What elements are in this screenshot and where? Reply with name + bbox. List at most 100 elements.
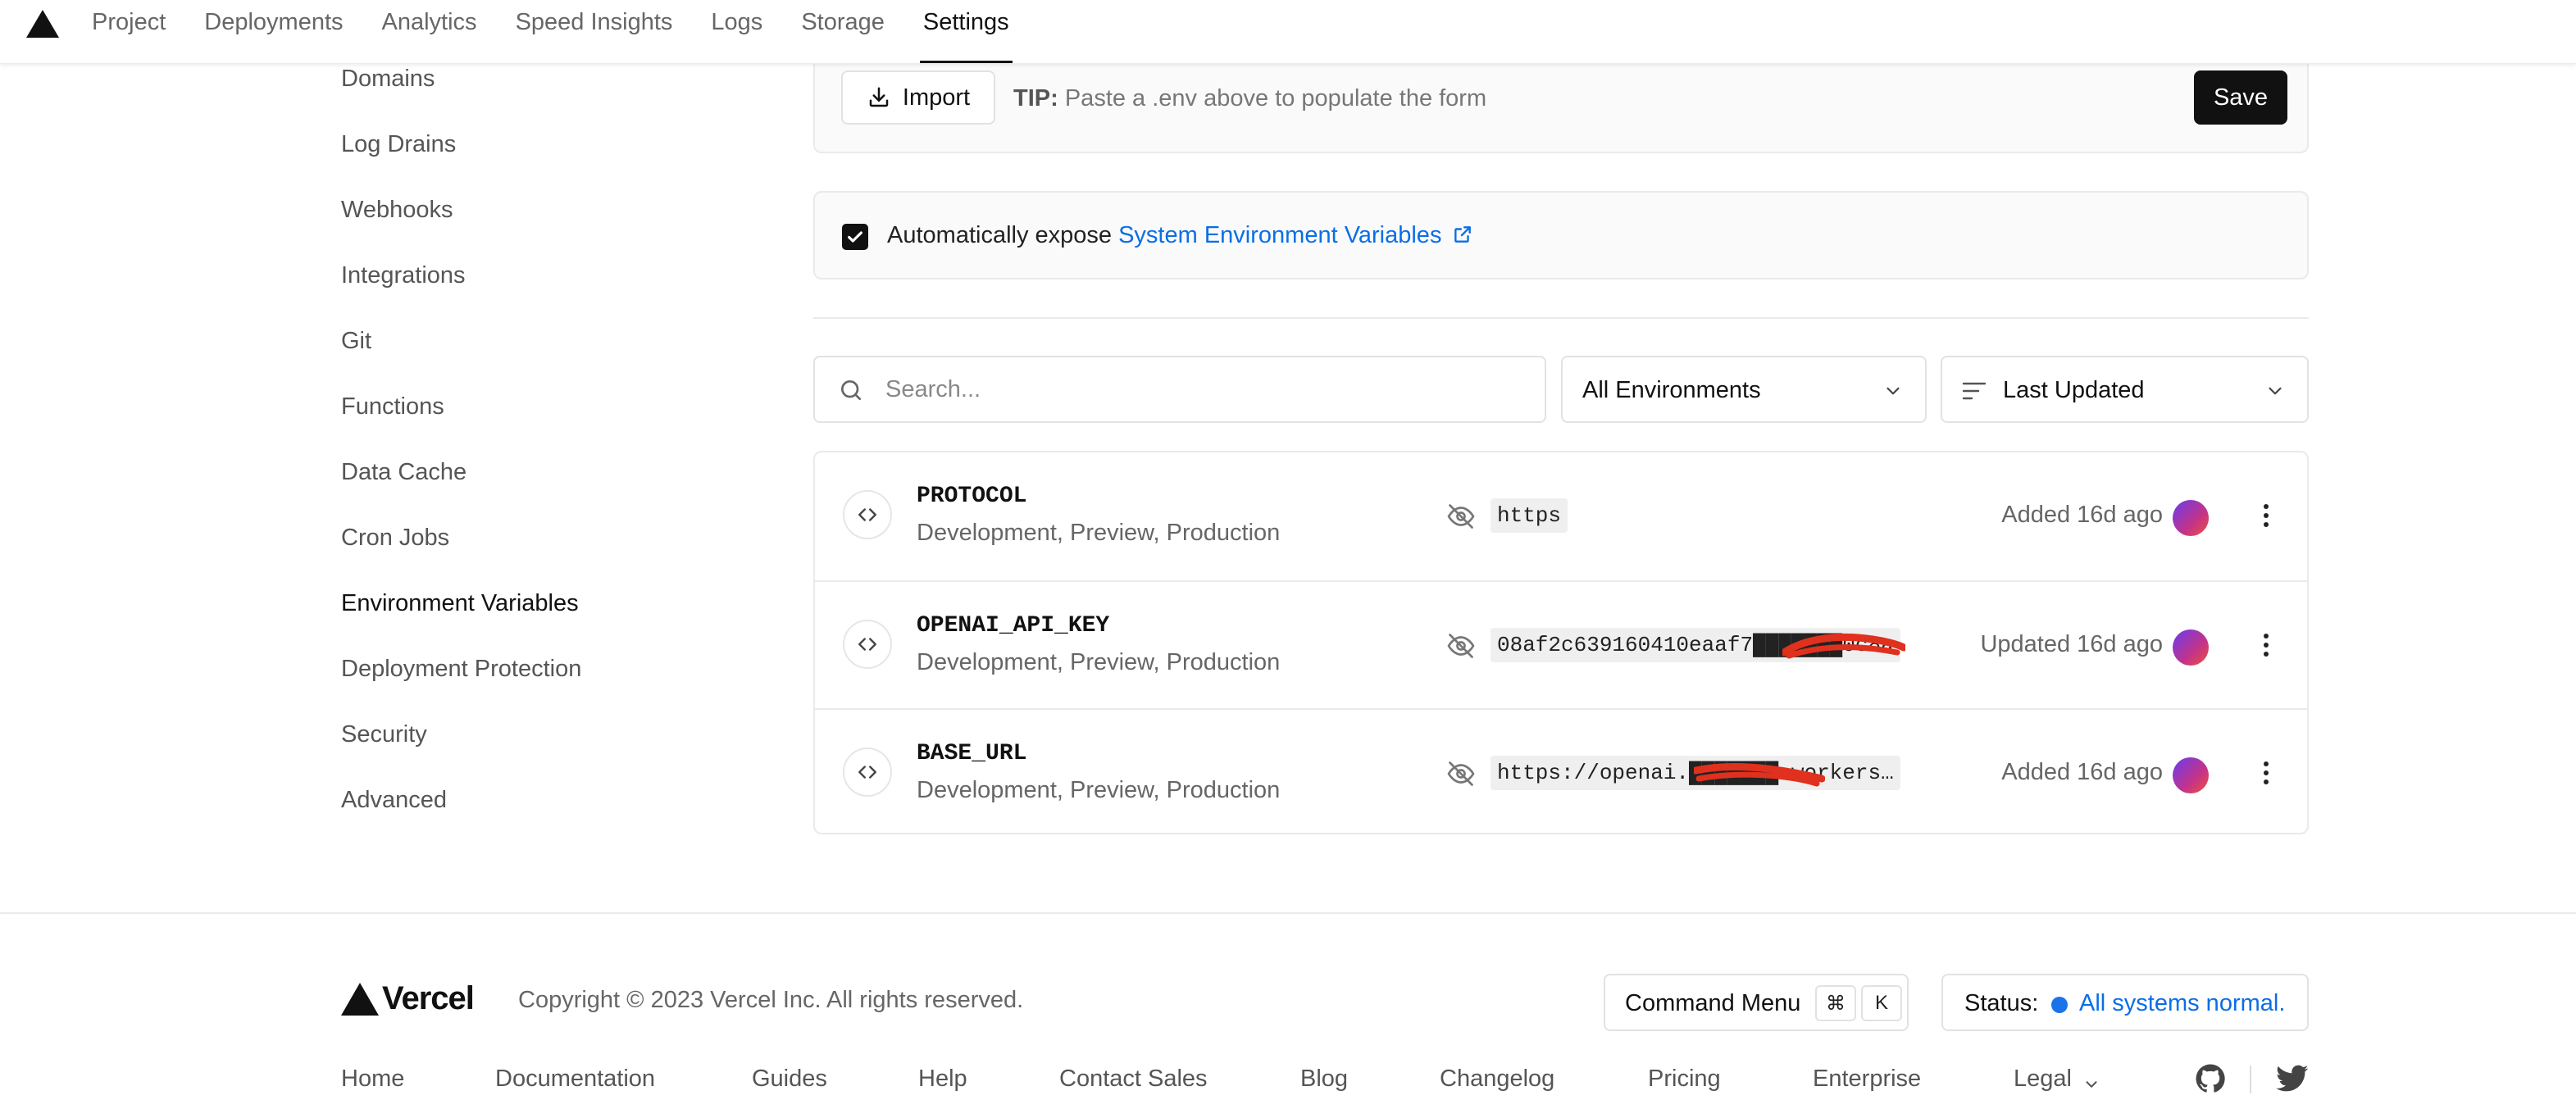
footer-link-changelog[interactable]: Changelog bbox=[1440, 1066, 1554, 1093]
vercel-logo-icon bbox=[341, 982, 379, 1016]
env-var-name: OPENAI_API_KEY bbox=[917, 613, 1110, 639]
tab-logs[interactable]: Logs bbox=[711, 0, 762, 64]
eye-off-icon[interactable] bbox=[1446, 502, 1476, 531]
footer-separator bbox=[2250, 1066, 2251, 1093]
cmd-key: ⌘ bbox=[1815, 985, 1856, 1021]
tip-label: TIP: bbox=[1013, 85, 1058, 111]
command-menu-button[interactable]: Command Menu ⌘ K bbox=[1604, 974, 1909, 1031]
footer-link-blog[interactable]: Blog bbox=[1300, 1066, 1348, 1093]
more-options-icon[interactable] bbox=[2258, 759, 2274, 789]
expose-checkbox[interactable] bbox=[842, 224, 868, 250]
github-icon[interactable] bbox=[2194, 1062, 2227, 1095]
eye-off-icon[interactable] bbox=[1446, 759, 1476, 789]
search-field[interactable] bbox=[813, 356, 1546, 423]
code-icon bbox=[843, 620, 892, 669]
sort-select[interactable]: Last Updated bbox=[1941, 356, 2309, 423]
env-var-value[interactable]: https bbox=[1491, 498, 1568, 533]
top-navigation: Project Deployments Analytics Speed Insi… bbox=[0, 0, 2576, 64]
twitter-icon[interactable] bbox=[2276, 1064, 2309, 1093]
sort-select-value: Last Updated bbox=[2003, 377, 2145, 403]
sidebar-item-log-drains[interactable]: Log Drains bbox=[341, 131, 456, 158]
env-var-list: PROTOCOL Development, Preview, Productio… bbox=[813, 451, 2309, 834]
sidebar-item-cron-jobs[interactable]: Cron Jobs bbox=[341, 525, 449, 552]
brand-name: Vercel bbox=[382, 980, 475, 1016]
eye-off-icon[interactable] bbox=[1446, 631, 1476, 661]
footer-link-documentation[interactable]: Documentation bbox=[495, 1066, 655, 1093]
footer-link-enterprise[interactable]: Enterprise bbox=[1813, 1066, 1921, 1093]
search-icon bbox=[841, 380, 861, 400]
status-dot-icon bbox=[2051, 997, 2068, 1013]
tab-storage[interactable]: Storage bbox=[801, 0, 885, 64]
env-var-name: PROTOCOL bbox=[917, 484, 1027, 509]
status-label: Status: bbox=[1964, 990, 2039, 1016]
sidebar-item-git[interactable]: Git bbox=[341, 328, 371, 355]
sidebar-item-advanced[interactable]: Advanced bbox=[341, 787, 447, 814]
status-text[interactable]: All systems normal. bbox=[2079, 990, 2285, 1017]
import-button[interactable]: Import bbox=[841, 70, 995, 125]
chevron-down-icon bbox=[2269, 387, 2282, 395]
chevron-down-icon bbox=[1886, 387, 1900, 395]
copyright-text: Copyright © 2023 Vercel Inc. All rights … bbox=[518, 987, 1024, 1013]
avatar[interactable] bbox=[2173, 500, 2209, 536]
section-divider bbox=[813, 317, 2309, 319]
sidebar-item-environment-variables[interactable]: Environment Variables bbox=[341, 590, 579, 617]
footer-link-help[interactable]: Help bbox=[918, 1066, 967, 1093]
env-var-name: BASE_URL bbox=[917, 741, 1027, 766]
system-env-vars-link[interactable]: System Environment Variables bbox=[1118, 222, 1472, 248]
code-icon bbox=[843, 748, 892, 797]
env-var-row[interactable]: PROTOCOL Development, Preview, Productio… bbox=[815, 452, 2307, 580]
system-status[interactable]: Status: All systems normal. bbox=[1941, 974, 2309, 1031]
footer-link-legal[interactable]: Legal bbox=[2014, 1066, 2072, 1093]
footer-link-contact-sales[interactable]: Contact Sales bbox=[1059, 1066, 1208, 1093]
save-button[interactable]: Save bbox=[2194, 70, 2287, 125]
env-var-row[interactable]: BASE_URL Development, Preview, Productio… bbox=[815, 708, 2307, 836]
avatar[interactable] bbox=[2173, 757, 2209, 793]
redaction-scribble bbox=[1694, 762, 1825, 787]
tab-deployments[interactable]: Deployments bbox=[204, 0, 343, 64]
import-button-label: Import bbox=[902, 84, 971, 111]
search-input[interactable] bbox=[885, 369, 1525, 410]
env-var-targets: Development, Preview, Production bbox=[917, 649, 1281, 675]
sidebar-item-security[interactable]: Security bbox=[341, 721, 427, 748]
expose-text: Automatically expose bbox=[887, 222, 1113, 248]
sidebar-item-functions[interactable]: Functions bbox=[341, 393, 444, 420]
nav-tabs: Project Deployments Analytics Speed Insi… bbox=[92, 0, 1048, 64]
sidebar-item-domains[interactable]: Domains bbox=[341, 66, 435, 93]
footer-link-guides[interactable]: Guides bbox=[752, 1066, 827, 1093]
sort-lines-icon bbox=[1962, 382, 1987, 400]
sidebar-item-integrations[interactable]: Integrations bbox=[341, 262, 466, 289]
tab-analytics[interactable]: Analytics bbox=[382, 0, 477, 64]
env-var-updated: Added 16d ago bbox=[2001, 502, 2163, 528]
tip-text: Paste a .env above to populate the form bbox=[1064, 85, 1487, 111]
k-key: K bbox=[1861, 985, 1902, 1021]
sidebar-item-data-cache[interactable]: Data Cache bbox=[341, 459, 467, 486]
import-bar: Import TIP: Paste a .env above to popula… bbox=[813, 49, 2309, 153]
sidebar-item-deployment-protection[interactable]: Deployment Protection bbox=[341, 656, 581, 683]
import-tip: TIP: Paste a .env above to populate the … bbox=[1013, 85, 1486, 112]
footer-brand[interactable]: Vercel bbox=[341, 980, 475, 1017]
expose-system-vars-card: Automatically expose System Environment … bbox=[813, 191, 2309, 280]
checkmark-icon bbox=[848, 231, 862, 243]
tab-project[interactable]: Project bbox=[92, 0, 166, 64]
more-options-icon[interactable] bbox=[2258, 631, 2274, 661]
footer-divider bbox=[0, 912, 2576, 914]
env-var-updated: Added 16d ago bbox=[2001, 759, 2163, 785]
expose-label: Automatically expose System Environment … bbox=[887, 222, 1473, 249]
more-options-icon[interactable] bbox=[2258, 502, 2274, 531]
environment-select-value: All Environments bbox=[1582, 377, 1761, 403]
redaction-scribble bbox=[1782, 633, 1905, 659]
tab-speed-insights[interactable]: Speed Insights bbox=[516, 0, 673, 64]
env-var-targets: Development, Preview, Production bbox=[917, 777, 1281, 803]
environment-select[interactable]: All Environments bbox=[1561, 356, 1927, 423]
footer-link-pricing[interactable]: Pricing bbox=[1648, 1066, 1721, 1093]
vercel-logo-icon[interactable] bbox=[26, 10, 59, 38]
command-menu-label: Command Menu bbox=[1625, 990, 1801, 1016]
code-icon bbox=[843, 490, 892, 539]
tab-settings[interactable]: Settings bbox=[919, 0, 1013, 64]
system-env-vars-link-label: System Environment Variables bbox=[1118, 222, 1442, 248]
env-var-row[interactable]: OPENAI_API_KEY Development, Preview, Pro… bbox=[815, 580, 2307, 708]
footer-link-home[interactable]: Home bbox=[341, 1066, 404, 1093]
external-link-icon bbox=[1454, 226, 1471, 243]
sidebar-item-webhooks[interactable]: Webhooks bbox=[341, 197, 453, 224]
avatar[interactable] bbox=[2173, 629, 2209, 666]
